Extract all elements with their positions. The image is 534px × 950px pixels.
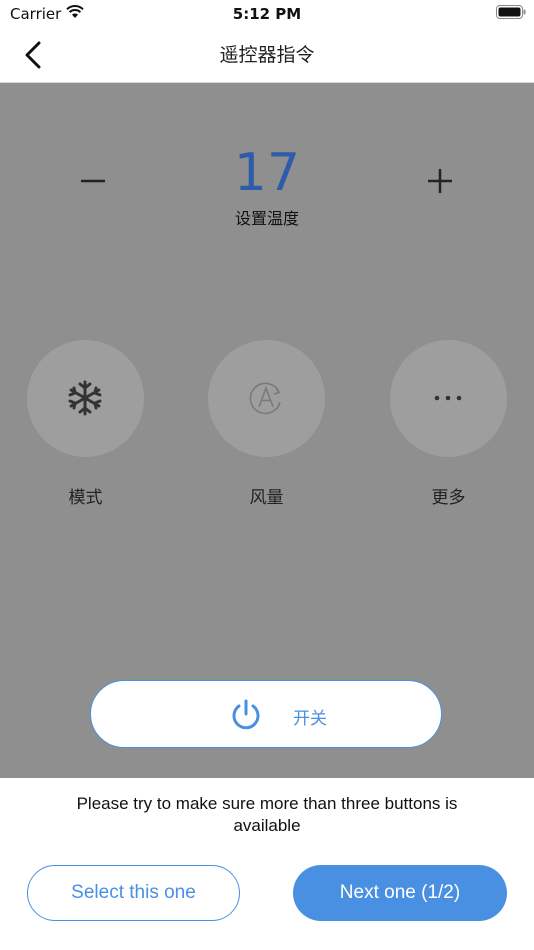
- status-time: 5:12 PM: [232, 5, 302, 23]
- navigation-bar: 遥控器指令: [0, 28, 534, 83]
- fan-speed-label: 风量: [249, 488, 284, 508]
- more-button[interactable]: [390, 340, 507, 457]
- select-this-one-button[interactable]: Select this one: [27, 865, 240, 921]
- fan-auto-icon: [249, 382, 281, 415]
- power-label: 开关: [293, 709, 327, 729]
- mode-label: 模式: [68, 488, 103, 508]
- more-label: 更多: [431, 488, 466, 508]
- remote-panel: 17 设置温度 模式 风量 更多 开关: [0, 83, 534, 778]
- mode-button[interactable]: [27, 340, 144, 457]
- status-bar: Carrier 5:12 PM: [0, 0, 534, 28]
- next-one-button[interactable]: Next one (1/2): [293, 865, 507, 921]
- power-button[interactable]: 开关: [90, 680, 442, 748]
- page-title: 遥控器指令: [219, 44, 315, 66]
- hint-text: Please try to make sure more than three …: [76, 794, 458, 835]
- power-icon: [232, 699, 260, 730]
- snowflake-icon: [68, 380, 102, 416]
- temperature-label: 设置温度: [234, 209, 299, 228]
- plus-icon: [428, 169, 452, 193]
- more-icon: [434, 395, 462, 401]
- fan-speed-button[interactable]: [208, 340, 325, 457]
- battery-icon: [496, 5, 526, 19]
- temperature-increase-button[interactable]: [417, 158, 463, 204]
